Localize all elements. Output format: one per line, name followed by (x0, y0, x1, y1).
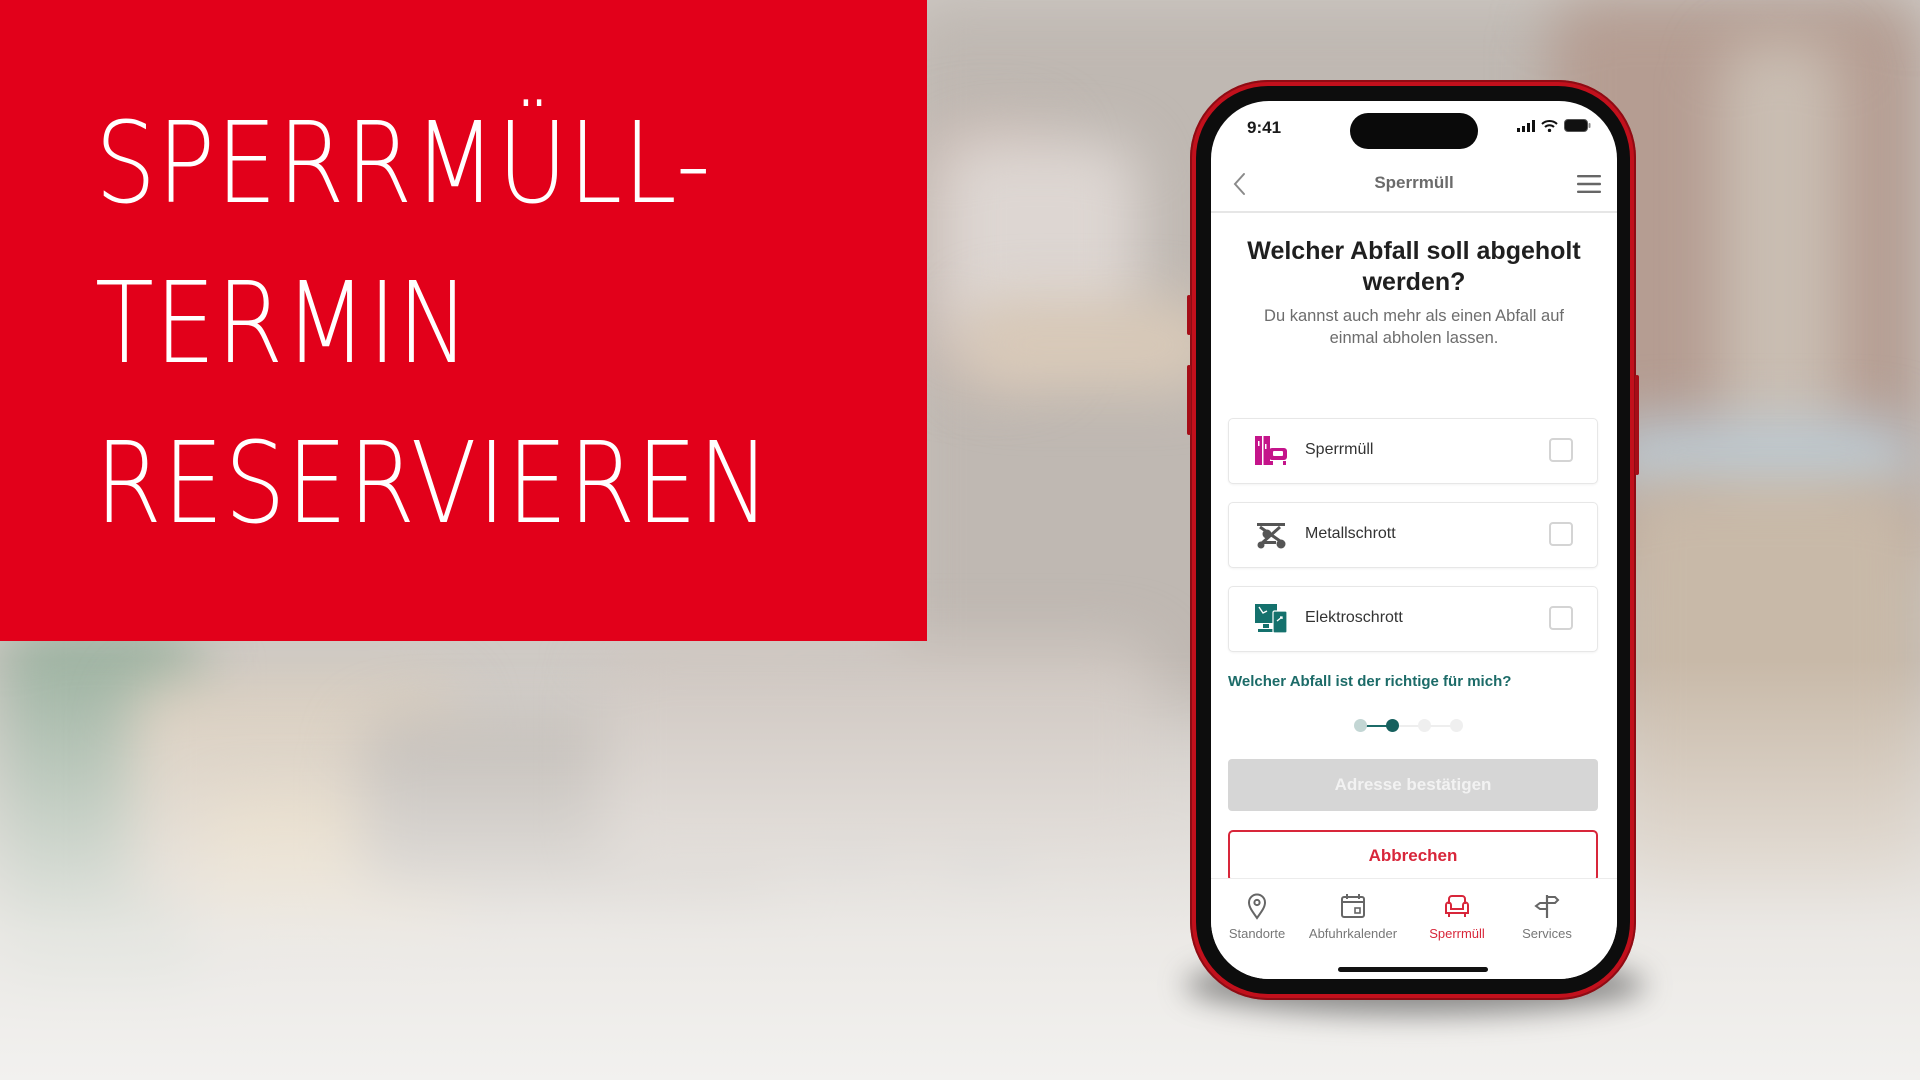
option-checkbox[interactable] (1549, 522, 1573, 546)
tab-label: Abfuhrkalender (1308, 926, 1398, 941)
option-checkbox[interactable] (1549, 438, 1573, 462)
home-indicator (1338, 967, 1488, 972)
option-label: Elektroschrott (1305, 609, 1403, 626)
status-time: 9:41 (1247, 118, 1282, 137)
calendar-icon (1341, 894, 1365, 918)
furniture-icon (1255, 436, 1287, 465)
confirm-address-button[interactable]: Adresse bestätigen (1228, 759, 1598, 811)
stepper-dot (1354, 719, 1367, 732)
wifi-icon (1541, 119, 1558, 132)
stepper-dot (1450, 719, 1463, 732)
tab-standorte[interactable]: Standorte (1225, 879, 1289, 949)
cancel-button[interactable]: Abbrechen (1228, 830, 1598, 882)
app-screen: 9:41 Sperrmüll Welcher Abfall soll abgeh… (1211, 101, 1617, 979)
question-heading: Welcher Abfall soll abgeholt werden? (1247, 237, 1581, 296)
stepper-dot-active (1386, 719, 1399, 732)
scrap-metal-icon (1257, 523, 1286, 549)
help-link[interactable]: Welcher Abfall ist der richtige für mich… (1228, 673, 1511, 690)
phone-side-button (1187, 295, 1191, 335)
banner-line-1: SPERRMÜLL- (95, 99, 712, 229)
stepper-dot (1418, 719, 1431, 732)
phone-side-button (1187, 365, 1191, 435)
battery-icon (1564, 119, 1591, 132)
bottom-tab-bar: Standorte Abfuhrkalender Sperrmüll Servi… (1211, 878, 1617, 979)
option-card-metallschrott[interactable]: Metallschrott (1228, 502, 1598, 568)
location-pin-icon (1247, 893, 1267, 920)
electronics-icon (1255, 604, 1288, 634)
tab-services[interactable]: Services (1509, 879, 1585, 949)
hamburger-menu-icon[interactable] (1577, 174, 1601, 194)
tab-abfuhrkalender[interactable]: Abfuhrkalender (1299, 879, 1407, 949)
tab-label: Standorte (1228, 926, 1286, 941)
tab-sperrmuell[interactable]: Sperrmüll (1419, 879, 1495, 949)
tab-label: Services (1522, 926, 1572, 941)
armchair-icon (1445, 895, 1469, 917)
option-checkbox[interactable] (1549, 606, 1573, 630)
signpost-icon (1534, 895, 1560, 918)
option-card-elektroschrott[interactable]: Elektroschrott (1228, 586, 1598, 652)
option-label: Sperrmüll (1305, 441, 1374, 458)
page-title: Sperrmüll (1374, 173, 1454, 192)
phone-mockup: 9:41 Sperrmüll Welcher Abfall soll abgeh… (1187, 80, 1639, 1000)
phone-side-button (1635, 375, 1639, 475)
dynamic-island (1350, 113, 1478, 149)
tab-label: Sperrmüll (1429, 926, 1485, 941)
app-navbar: Sperrmüll (1211, 157, 1617, 213)
progress-stepper (1354, 719, 1464, 733)
question-subtext: Du kannst auch mehr als einen Abfall auf… (1264, 307, 1564, 347)
status-icons (1517, 119, 1591, 132)
banner-line-2: TERMIN (95, 259, 471, 389)
option-card-sperrmuell[interactable]: Sperrmüll (1228, 418, 1598, 484)
option-label: Metallschrott (1305, 525, 1396, 542)
signal-icon (1517, 119, 1535, 132)
banner-line-3: RESERVIEREN (95, 419, 771, 549)
title-banner: SPERRMÜLL- TERMIN RESERVIEREN (0, 0, 927, 641)
